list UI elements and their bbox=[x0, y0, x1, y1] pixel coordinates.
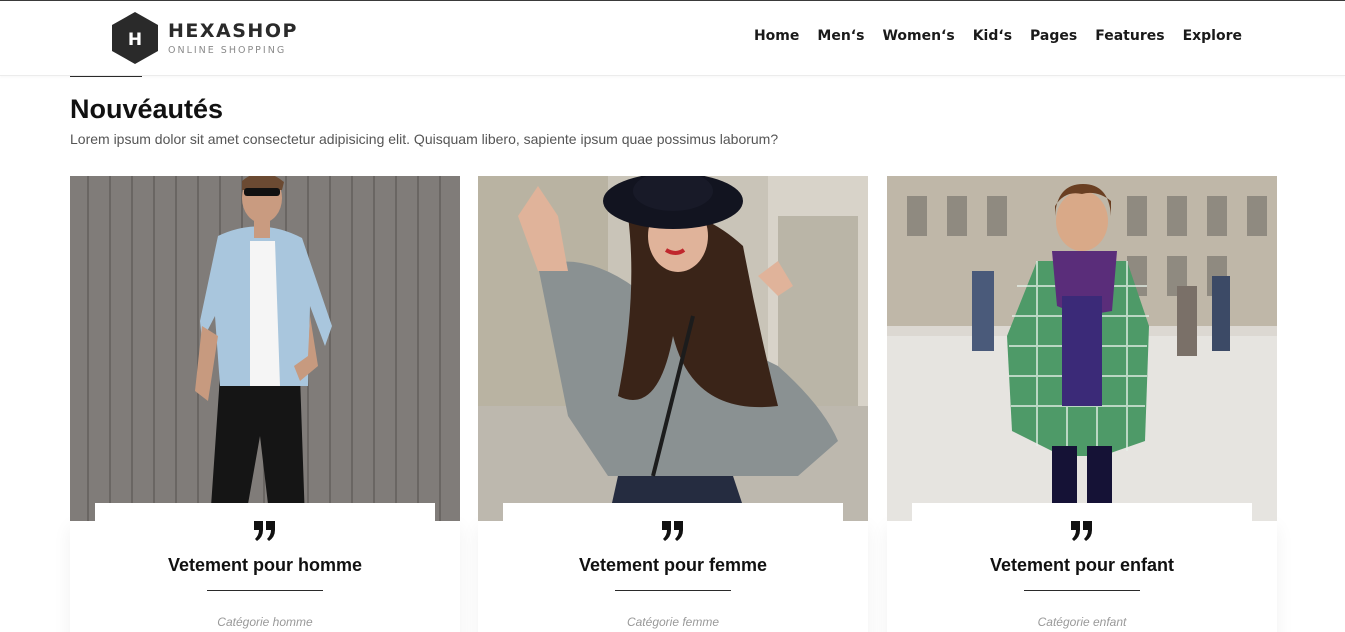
card-divider bbox=[207, 590, 323, 591]
card-category: Catégorie enfant bbox=[1037, 615, 1127, 629]
card-category: Catégorie femme bbox=[626, 615, 720, 629]
main-nav: Home Men‘s Women‘s Kid‘s Pages Features … bbox=[754, 28, 1242, 44]
card-divider bbox=[1024, 590, 1140, 591]
kid-photo bbox=[887, 176, 1277, 521]
card-title[interactable]: Vetement pour homme bbox=[95, 555, 435, 576]
card-category: Catégorie homme bbox=[217, 615, 313, 629]
product-card-women[interactable]: Vetement pour femme Catégorie femme bbox=[478, 176, 868, 632]
women-photo bbox=[478, 176, 868, 521]
nav-womens[interactable]: Women‘s bbox=[882, 28, 954, 44]
brand-name: HEXASHOP bbox=[168, 19, 298, 42]
brand-tagline: ONLINE SHOPPING bbox=[168, 44, 287, 56]
logo-letter: H bbox=[128, 30, 142, 50]
men-photo bbox=[70, 176, 460, 521]
section-heading-line bbox=[70, 76, 142, 77]
quote-icon bbox=[1071, 521, 1092, 541]
section-title: Nouvéautés bbox=[70, 94, 224, 124]
quote-icon bbox=[254, 521, 275, 541]
card-title[interactable]: Vetement pour femme bbox=[503, 555, 843, 576]
quote-icon bbox=[662, 521, 683, 541]
nav-home[interactable]: Home bbox=[754, 28, 799, 44]
product-card-men[interactable]: Vetement pour homme Catégorie homme bbox=[70, 176, 460, 632]
women-caption: Vetement pour femme Catégorie femme bbox=[503, 503, 843, 632]
site-header: H HEXASHOP ONLINE SHOPPING Home Men‘s Wo… bbox=[0, 0, 1345, 76]
card-divider bbox=[615, 590, 731, 591]
nav-kids[interactable]: Kid‘s bbox=[973, 28, 1012, 44]
section-subtitle: Lorem ipsum dolor sit amet consectetur a… bbox=[70, 131, 779, 147]
nav-mens[interactable]: Men‘s bbox=[817, 28, 864, 44]
logo-link[interactable]: H HEXASHOP ONLINE SHOPPING bbox=[112, 12, 298, 64]
product-card-kids[interactable]: Vetement pour enfant Catégorie enfant bbox=[887, 176, 1277, 632]
nav-pages[interactable]: Pages bbox=[1030, 28, 1077, 44]
card-title[interactable]: Vetement pour enfant bbox=[912, 555, 1252, 576]
nav-explore[interactable]: Explore bbox=[1183, 28, 1242, 44]
nav-features[interactable]: Features bbox=[1095, 28, 1164, 44]
hexagon-logo-icon: H bbox=[112, 12, 158, 64]
kids-caption: Vetement pour enfant Catégorie enfant bbox=[912, 503, 1252, 632]
men-caption: Vetement pour homme Catégorie homme bbox=[95, 503, 435, 632]
